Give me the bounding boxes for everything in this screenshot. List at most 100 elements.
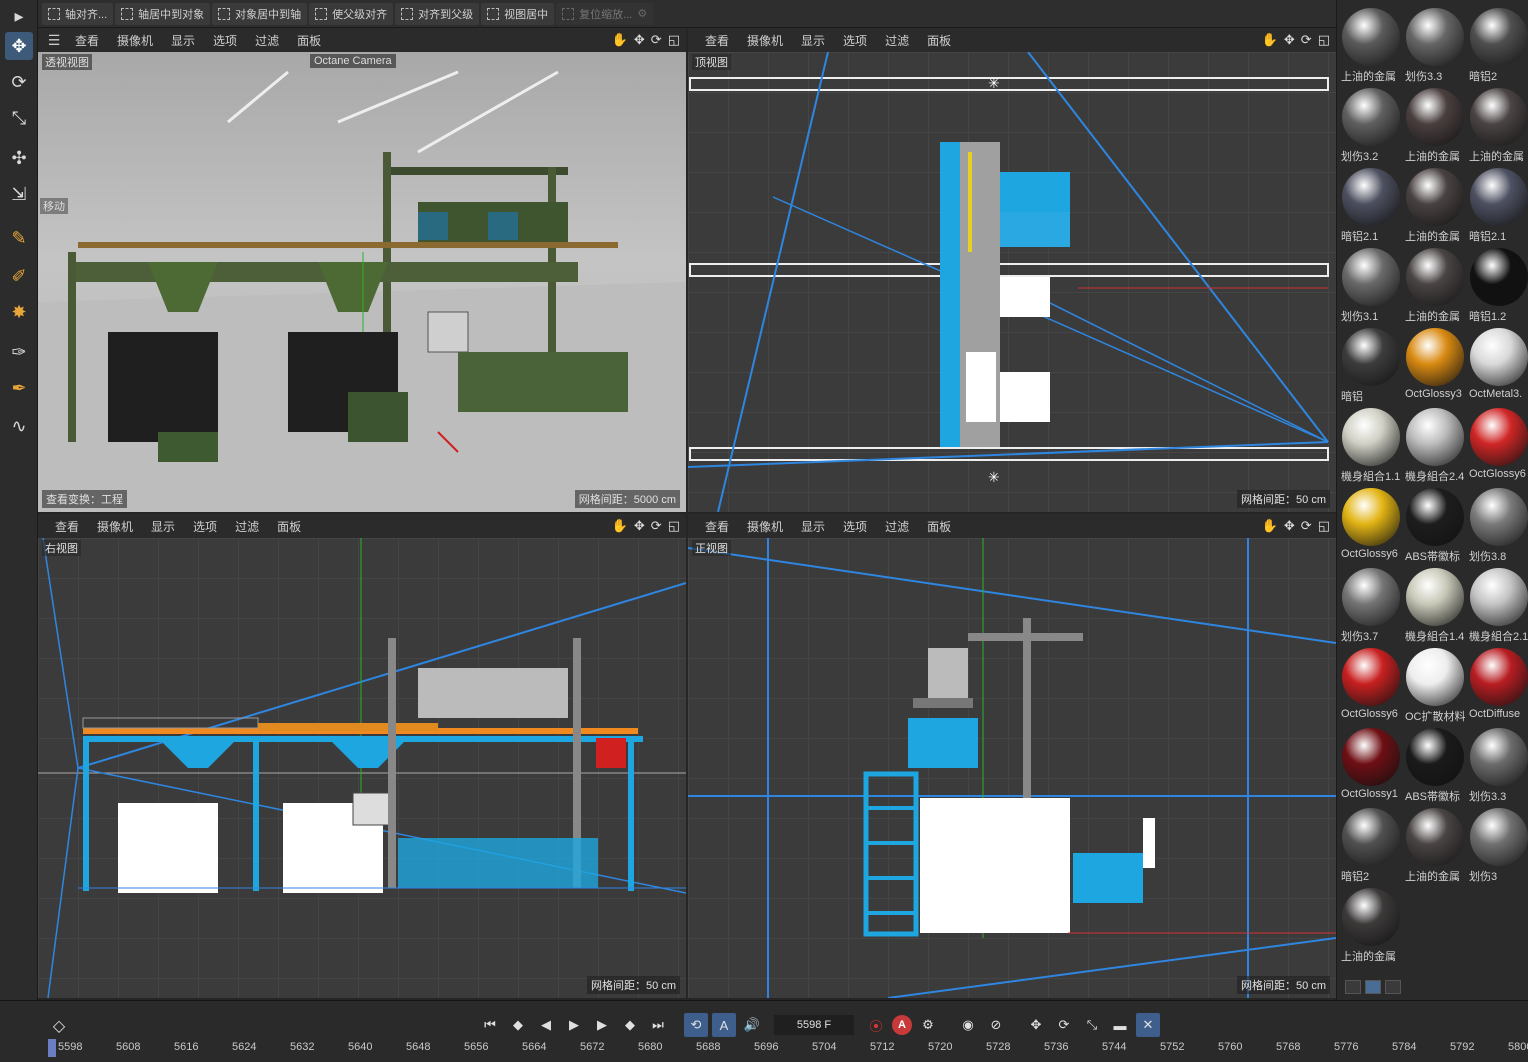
material-swatch[interactable]: 機身組合2.1 [1467,564,1528,643]
large-view-icon[interactable] [1385,980,1401,994]
reset-scale-button[interactable]: 复位缩放... ⚙ [556,2,654,25]
goto-end-icon[interactable]: ⏭ [646,1013,670,1037]
maximize-icon[interactable]: ◱ [668,518,680,534]
orbit-icon[interactable]: ⟳ [651,518,662,534]
material-swatch[interactable]: ABS帯徽标 [1403,724,1465,803]
material-swatch[interactable]: OctGlossy6 [1339,644,1401,722]
sound-icon[interactable]: 🔊 [740,1013,764,1037]
right-canvas[interactable]: 右视图 网格间距：50 cm [38,538,686,998]
menu-filter[interactable]: 过滤 [226,518,268,535]
transform-tool-icon[interactable]: ✣ [5,144,33,172]
material-swatch[interactable]: 上油的金属 [1339,884,1401,963]
sync-key-icon[interactable]: ⊘ [984,1013,1008,1037]
material-swatch[interactable]: 划伤3.7 [1339,564,1401,643]
dolly-arrows-icon[interactable]: ✥ [1284,32,1295,48]
autokey-icon[interactable]: A [892,1015,912,1035]
key-pla-icon[interactable]: ✕ [1136,1013,1160,1037]
spline-smooth-icon[interactable]: ∿ [5,412,33,440]
orbit-icon[interactable]: ⟳ [1301,32,1312,48]
key-position-icon[interactable]: ✥ [1024,1013,1048,1037]
menu-camera[interactable]: 摄像机 [108,32,162,49]
material-swatch[interactable]: ABS帯徽标 [1403,484,1465,563]
next-frame-icon[interactable]: ▶ [590,1013,614,1037]
current-frame-field[interactable]: 5598 F [774,1015,854,1035]
material-swatch[interactable]: OC扩散材料 [1403,644,1465,723]
material-swatch[interactable]: 上油的金属 [1403,164,1465,243]
move-tool-icon[interactable]: ✥ [5,32,33,60]
menu-display[interactable]: 显示 [792,32,834,49]
camera-name-tag[interactable]: Octane Camera [310,54,396,68]
menu-options[interactable]: 选项 [184,518,226,535]
axis-center-to-object-button[interactable]: 轴居中到对象 [115,2,211,25]
material-swatch[interactable]: 上油的金属 [1403,804,1465,883]
material-swatch[interactable]: 划伤3.2 [1339,84,1401,163]
menu-display[interactable]: 显示 [162,32,204,49]
pan-hand-icon[interactable]: ✋ [1262,518,1278,534]
keyframe-diamond-icon[interactable]: ◇ [48,1015,70,1037]
orbit-icon[interactable]: ⟳ [651,32,662,48]
material-swatch[interactable]: 上油的金属 [1467,84,1528,163]
scale-tool-icon[interactable]: ⤡ [5,104,33,132]
lock-key-icon[interactable]: ◉ [956,1013,980,1037]
menu-panel[interactable]: 面板 [288,32,330,49]
material-swatch[interactable]: OctDiffuse [1467,644,1528,722]
perspective-viewport[interactable]: ☰ 查看 摄像机 显示 选项 过滤 面板 ✋ ✥ ⟳ ◱ 透视视图 Octane… [38,28,686,512]
dolly-arrows-icon[interactable]: ✥ [1284,518,1295,534]
menu-options[interactable]: 选项 [834,32,876,49]
spline-points-icon[interactable]: ✸ [5,298,33,326]
menu-camera[interactable]: 摄像机 [738,518,792,535]
pan-hand-icon[interactable]: ✋ [1262,32,1278,48]
view-center-button[interactable]: 视图居中 [481,2,555,25]
material-swatch[interactable]: 暗铝1.2 [1467,244,1528,323]
material-swatch[interactable]: 暗铝 [1339,324,1401,403]
pan-hand-icon[interactable]: ✋ [612,32,628,48]
material-swatch[interactable]: 上油的金属 [1403,244,1465,323]
playhead[interactable] [48,1039,56,1057]
menu-display[interactable]: 显示 [142,518,184,535]
menu-camera[interactable]: 摄像机 [88,518,142,535]
menu-display[interactable]: 显示 [792,518,834,535]
material-swatch[interactable]: 機身組合1.4 [1403,564,1465,643]
material-swatch[interactable]: OctGlossy1 [1339,724,1401,802]
brush-tool-icon[interactable]: ✑ [5,338,33,366]
live-selection-icon[interactable]: ⇲ [5,180,33,208]
material-swatch[interactable]: 暗铝2.1 [1339,164,1401,243]
maximize-icon[interactable]: ◱ [1318,32,1330,48]
menu-view[interactable]: 查看 [66,32,108,49]
right-viewport[interactable]: 查看 摄像机 显示 选项 过滤 面板 ✋ ✥ ⟳ ◱ 右视图 网格间距：50 c… [38,514,686,998]
menu-options[interactable]: 选项 [834,518,876,535]
perspective-canvas[interactable]: 透视视图 Octane Camera 移动 查看变换：工程 网格间距：5000 … [38,52,686,512]
list-view-icon[interactable] [1345,980,1361,994]
top-viewport[interactable]: 查看 摄像机 显示 选项 过滤 面板 ✋ ✥ ⟳ ◱ ✳ ✳ 顶视图 网格间距：… [688,28,1336,512]
menu-view[interactable]: 查看 [696,518,738,535]
key-mode-icon[interactable]: A [712,1013,736,1037]
next-key-icon[interactable]: ◆ [618,1013,642,1037]
spline-pen-icon[interactable]: ✎ [5,224,33,252]
prev-key-icon[interactable]: ◆ [506,1013,530,1037]
front-viewport[interactable]: 查看 摄像机 显示 选项 过滤 面板 ✋ ✥ ⟳ ◱ 正视图 网格间距：50 c… [688,514,1336,998]
material-swatch[interactable]: 划伤3.3 [1467,724,1528,803]
maximize-icon[interactable]: ◱ [668,32,680,48]
grid-view-icon[interactable] [1365,980,1381,994]
menu-panel[interactable]: 面板 [268,518,310,535]
dolly-arrows-icon[interactable]: ✥ [634,32,645,48]
knife-tool-icon[interactable]: ✒ [5,374,33,402]
pan-hand-icon[interactable]: ✋ [612,518,628,534]
menu-panel[interactable]: 面板 [918,518,960,535]
material-swatch[interactable]: 上油的金属 [1339,4,1401,83]
object-center-to-axis-button[interactable]: 对象居中到轴 [212,2,308,25]
axis-align-button[interactable]: 轴对齐... [42,2,114,25]
material-swatch[interactable]: OctGlossy3 [1403,324,1465,402]
loop-icon[interactable]: ⟲ [684,1013,708,1037]
dolly-arrows-icon[interactable]: ✥ [634,518,645,534]
key-scale-icon[interactable]: ⤡ [1080,1013,1104,1037]
material-swatch[interactable]: 上油的金属 [1403,84,1465,163]
align-to-parent-button[interactable]: 对齐到父级 [395,2,480,25]
material-swatch[interactable]: 暗铝2.1 [1467,164,1528,243]
material-swatch[interactable]: 暗铝2 [1467,4,1528,83]
menu-filter[interactable]: 过滤 [876,518,918,535]
menu-view[interactable]: 查看 [696,32,738,49]
menu-filter[interactable]: 过滤 [876,32,918,49]
orbit-icon[interactable]: ⟳ [1301,518,1312,534]
sketch-tool-icon[interactable]: ✐ [5,262,33,290]
